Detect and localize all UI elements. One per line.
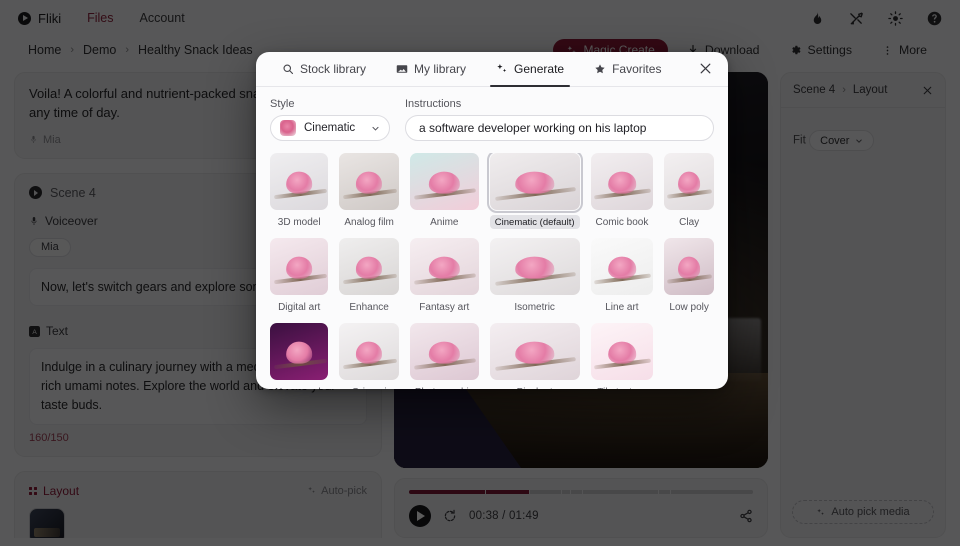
style-selected-value: Cinematic (304, 122, 356, 134)
bird-shape (429, 256, 460, 280)
modal-body: Style Cinematic Instructions 3D model Ana… (256, 87, 728, 389)
style-option-thumbnail (489, 323, 580, 380)
style-option[interactable]: Photographic (409, 323, 479, 390)
style-option[interactable]: Clay (664, 153, 714, 229)
tab-stock-library[interactable]: Stock library (270, 52, 378, 86)
style-option[interactable]: Comic book (590, 153, 654, 229)
bird-shape (608, 256, 636, 280)
style-option-thumbnail (270, 153, 329, 210)
style-field-group: Style Cinematic (270, 98, 390, 141)
bird-shape (356, 256, 383, 280)
close-icon[interactable] (698, 61, 714, 77)
style-option-label: Anime (430, 216, 459, 228)
bird-shape (286, 171, 313, 195)
style-option-label: Cinematic (default) (489, 215, 580, 229)
bird-shape (514, 341, 555, 365)
style-option[interactable]: Origami (339, 323, 399, 390)
tab-label: My library (414, 62, 467, 76)
chevron-down-icon (371, 124, 380, 133)
style-option-thumbnail (339, 238, 399, 295)
style-grid: 3D model Analog film Anime Cinematic (defau… (270, 153, 714, 389)
bird-shape (429, 171, 460, 195)
style-option-label: Clay (679, 216, 700, 228)
style-option-label: Digital art (278, 301, 321, 313)
style-thumbnail (280, 120, 296, 136)
search-icon (282, 63, 294, 75)
style-option-label: Fantasy art (419, 301, 470, 313)
instructions-field-group: Instructions (405, 98, 714, 141)
style-field-label: Style (270, 98, 295, 110)
style-option-thumbnail (664, 153, 714, 210)
style-option-thumbnail (590, 323, 654, 380)
bird-shape (514, 256, 555, 280)
style-option-label: Photographic (410, 385, 479, 390)
style-option[interactable]: Anime (409, 153, 479, 229)
style-dropdown[interactable]: Cinematic (270, 115, 390, 141)
tab-label: Generate (514, 62, 565, 76)
style-option[interactable]: Tile texture (590, 323, 654, 390)
style-option-thumbnail (664, 238, 714, 295)
style-option[interactable]: Digital art (270, 238, 329, 314)
instructions-field-label: Instructions (405, 98, 462, 110)
modal-tab-bar: Stock library My library Generate Favori… (256, 52, 728, 87)
style-option[interactable]: 3D model (270, 153, 329, 229)
style-option[interactable]: Enhance (339, 238, 399, 314)
style-option[interactable]: Pixel art (489, 323, 580, 390)
style-option-label: Isometric (514, 301, 555, 313)
style-option[interactable]: Isometric (489, 238, 580, 314)
star-icon (594, 63, 606, 75)
tab-label: Favorites (612, 62, 662, 76)
style-option-label: Origami (347, 385, 392, 390)
style-option-label: Pixel art (512, 385, 558, 390)
bird-shape (429, 341, 460, 365)
style-option-thumbnail (489, 238, 580, 295)
style-option[interactable]: Neon punk (270, 323, 329, 390)
bird-shape (514, 171, 555, 195)
style-option-thumbnail (270, 323, 329, 380)
style-option-thumbnail (409, 323, 479, 380)
tab-generate[interactable]: Generate (484, 52, 576, 87)
style-option-label: Tile texture (592, 385, 651, 390)
sparkle-icon (496, 63, 508, 75)
style-option[interactable]: Fantasy art (409, 238, 479, 314)
style-option-thumbnail (486, 153, 583, 213)
generate-form-row: Style Cinematic Instructions (270, 98, 714, 141)
style-option[interactable]: Line art (590, 238, 654, 314)
bird-shape (608, 341, 636, 365)
instructions-input[interactable] (405, 115, 714, 141)
style-option-thumbnail (409, 238, 479, 295)
style-option[interactable]: Analog film (339, 153, 399, 229)
media-generate-modal: Stock library My library Generate Favori… (256, 52, 728, 389)
style-option-label: Analog film (344, 216, 394, 228)
style-option-thumbnail (339, 323, 399, 380)
bird-shape (678, 171, 701, 195)
style-option-label: Enhance (349, 301, 389, 313)
bird-shape (678, 256, 701, 280)
style-option-thumbnail (270, 238, 329, 295)
style-option-label: Neon punk (270, 385, 328, 390)
style-option-thumbnail (339, 153, 399, 210)
style-option-thumbnail (590, 238, 654, 295)
tab-label: Stock library (300, 62, 367, 76)
style-option-label: Comic book (595, 216, 649, 228)
style-option-label: 3D model (277, 216, 321, 228)
tab-my-library[interactable]: My library (384, 52, 478, 86)
style-option[interactable]: Low poly (664, 238, 714, 314)
bird-shape (356, 171, 383, 195)
style-option-label: Line art (605, 301, 639, 313)
bird-shape (356, 341, 383, 365)
bird-shape (286, 256, 313, 280)
bird-shape (286, 341, 313, 365)
style-option-thumbnail (409, 153, 479, 210)
style-option[interactable]: Cinematic (default) (486, 153, 583, 229)
style-option-label: Low poly (669, 301, 709, 313)
bird-shape (608, 171, 636, 195)
tab-favorites[interactable]: Favorites (582, 52, 673, 86)
image-icon (396, 63, 408, 75)
style-option-thumbnail (590, 153, 654, 210)
